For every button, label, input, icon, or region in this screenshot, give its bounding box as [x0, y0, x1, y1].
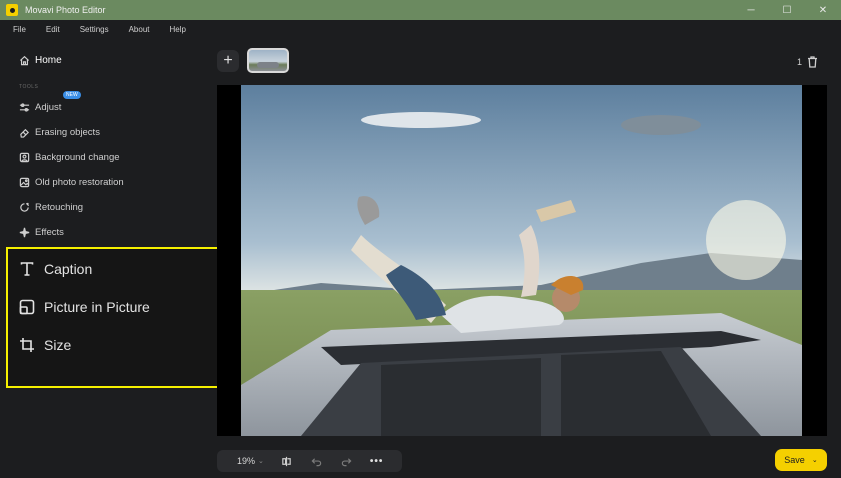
sidebar-item-old-photo-restoration[interactable]: Old photo restoration — [19, 177, 124, 188]
more-options-button[interactable]: ••• — [370, 456, 384, 467]
maximize-button[interactable]: ☐ — [769, 0, 805, 20]
sidebar-item-caption[interactable]: Caption — [19, 261, 92, 277]
compare-icon — [282, 456, 292, 466]
trash-icon — [808, 56, 817, 68]
redo-button[interactable] — [340, 454, 354, 468]
close-button[interactable]: ✕ — [805, 0, 841, 20]
tools-section-label: TOOLS — [19, 84, 39, 90]
sliders-icon — [19, 103, 30, 112]
app-title: Movavi Photo Editor — [25, 5, 106, 15]
sidebar-item-label: Effects — [35, 227, 64, 238]
sidebar-item-effects[interactable]: Effects — [19, 227, 64, 238]
save-label: Save — [784, 455, 805, 465]
minimize-button[interactable]: ─ — [733, 0, 769, 20]
picture-in-picture-icon — [19, 299, 35, 315]
edited-photo[interactable] — [241, 85, 802, 436]
menu-help[interactable]: Help — [170, 25, 186, 34]
eraser-icon — [20, 128, 30, 138]
sidebar-item-label: Erasing objects — [35, 127, 100, 138]
sidebar-item-label: Retouching — [35, 202, 84, 213]
sidebar-item-retouching[interactable]: Retouching — [19, 202, 83, 213]
retouch-icon — [20, 202, 30, 212]
sidebar-item-erasing-objects[interactable]: Erasing objects — [19, 127, 100, 138]
undo-icon — [311, 457, 322, 466]
delete-button[interactable] — [807, 55, 818, 68]
save-button[interactable]: Save ⌄ — [775, 449, 827, 471]
window-controls: ─ ☐ ✕ — [733, 0, 841, 20]
add-photo-button[interactable]: + — [217, 50, 239, 72]
undo-button[interactable] — [310, 454, 324, 468]
sidebar-item-label: Picture in Picture — [44, 299, 150, 315]
sidebar-item-label: Size — [44, 337, 72, 353]
home-icon — [19, 55, 30, 66]
sidebar-item-label: Old photo restoration — [35, 177, 124, 188]
sidebar-item-label: Background change — [35, 152, 120, 163]
menu-settings[interactable]: Settings — [80, 25, 109, 34]
sidebar-item-background-change[interactable]: Background change — [19, 152, 120, 163]
app-window: Movavi Photo Editor ─ ☐ ✕ File Edit Sett… — [0, 0, 841, 478]
app-logo-icon — [6, 4, 18, 16]
bottom-toolbar: 19% ⌄ ••• — [217, 450, 402, 472]
menu-file[interactable]: File — [13, 25, 26, 34]
photo-icon — [19, 177, 30, 188]
sidebar-item-home[interactable]: Home — [19, 55, 62, 66]
sidebar-item-adjust[interactable]: Adjust — [19, 102, 61, 113]
menu-bar: File Edit Settings About Help — [0, 20, 841, 38]
title-bar: Movavi Photo Editor ─ ☐ ✕ — [0, 0, 841, 20]
redo-icon — [342, 457, 352, 466]
sidebar-item-label: Home — [35, 55, 62, 66]
portrait-icon — [19, 152, 30, 163]
sidebar-item-size[interactable]: Size — [19, 337, 71, 353]
chevron-down-icon: ⌄ — [811, 457, 818, 464]
photo-count: 1 — [797, 57, 803, 67]
sparkle-icon — [19, 227, 30, 238]
crop-icon — [20, 338, 34, 352]
sidebar-item-label: Adjust — [35, 102, 62, 113]
photo-image — [241, 85, 802, 436]
new-badge: NEW — [63, 91, 81, 99]
sidebar-item-picture-in-picture[interactable]: Picture in Picture — [19, 299, 150, 315]
menu-edit[interactable]: Edit — [46, 25, 60, 34]
compare-button[interactable] — [280, 454, 294, 468]
zoom-level[interactable]: 19% — [237, 456, 255, 466]
chevron-down-icon[interactable]: ⌄ — [258, 457, 264, 465]
menu-about[interactable]: About — [129, 25, 150, 34]
photo-thumbnail[interactable] — [247, 48, 289, 73]
text-icon — [20, 262, 34, 276]
sidebar-item-label: Caption — [44, 261, 93, 277]
